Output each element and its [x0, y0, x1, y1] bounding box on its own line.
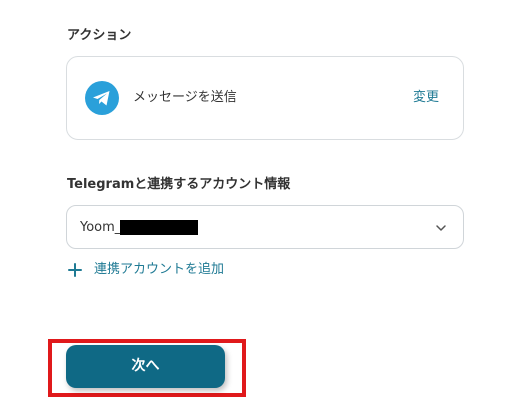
plus-icon	[68, 263, 82, 277]
action-section-label: アクション	[67, 28, 132, 43]
next-button[interactable]: 次へ	[66, 345, 225, 388]
redacted-account-name	[120, 220, 198, 235]
telegram-icon	[85, 81, 119, 115]
account-select[interactable]: Yoom_	[66, 205, 464, 249]
chevron-down-icon	[436, 225, 446, 231]
add-account-label: 連携アカウントを追加	[94, 262, 225, 277]
account-section-label: Telegramと連携するアカウント情報	[67, 177, 291, 192]
action-card: メッセージを送信 変更	[66, 56, 464, 140]
action-name: メッセージを送信	[133, 90, 237, 105]
change-action-link[interactable]: 変更	[413, 90, 439, 106]
selected-account-value: Yoom_	[80, 220, 122, 235]
